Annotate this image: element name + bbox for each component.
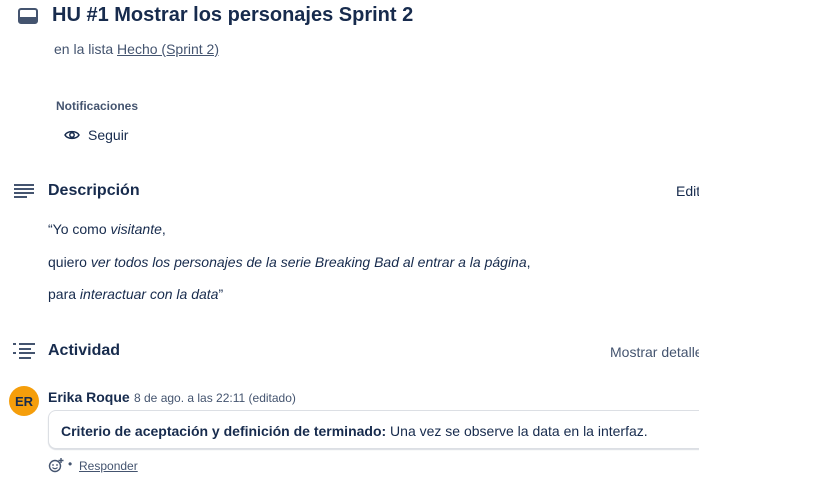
description-title: Descripción: [48, 182, 140, 199]
activity-icon: [13, 343, 35, 359]
list-info: en la lista Hecho (Sprint 2): [54, 41, 219, 57]
eye-icon: [64, 130, 80, 140]
follow-label: Seguir: [88, 127, 129, 143]
reply-link[interactable]: Responder: [79, 459, 138, 473]
description-icon: [14, 184, 34, 198]
show-details-button[interactable]: Mostrar detalles: [610, 344, 699, 360]
separator-dot: •: [68, 457, 73, 471]
comment-author[interactable]: Erika Roque: [48, 389, 130, 405]
description-line: “Yo como visitante,: [48, 221, 166, 237]
avatar[interactable]: ER: [9, 386, 39, 416]
description-line: quiero ver todos los personajes de la se…: [48, 254, 531, 270]
notifications-label: Notificaciones: [56, 99, 139, 113]
activity-title: Actividad: [48, 342, 121, 359]
list-prefix: en la lista: [54, 41, 114, 57]
description-line: para interactuar con la data”: [48, 286, 224, 302]
list-link[interactable]: Hecho (Sprint 2): [117, 41, 219, 57]
comment-text: Criterio de aceptación y definición de t…: [61, 423, 648, 439]
follow-button[interactable]: Seguir: [56, 122, 136, 148]
comment-timestamp[interactable]: 8 de ago. a las 22:11 (editado): [134, 391, 296, 405]
card-title[interactable]: HU #1 Mostrar los personajes Sprint 2: [52, 4, 413, 27]
clip-mask: [699, 400, 819, 460]
card-icon: [18, 8, 38, 24]
edit-description-button[interactable]: Editar: [676, 183, 699, 199]
add-reaction-icon[interactable]: [48, 457, 64, 473]
